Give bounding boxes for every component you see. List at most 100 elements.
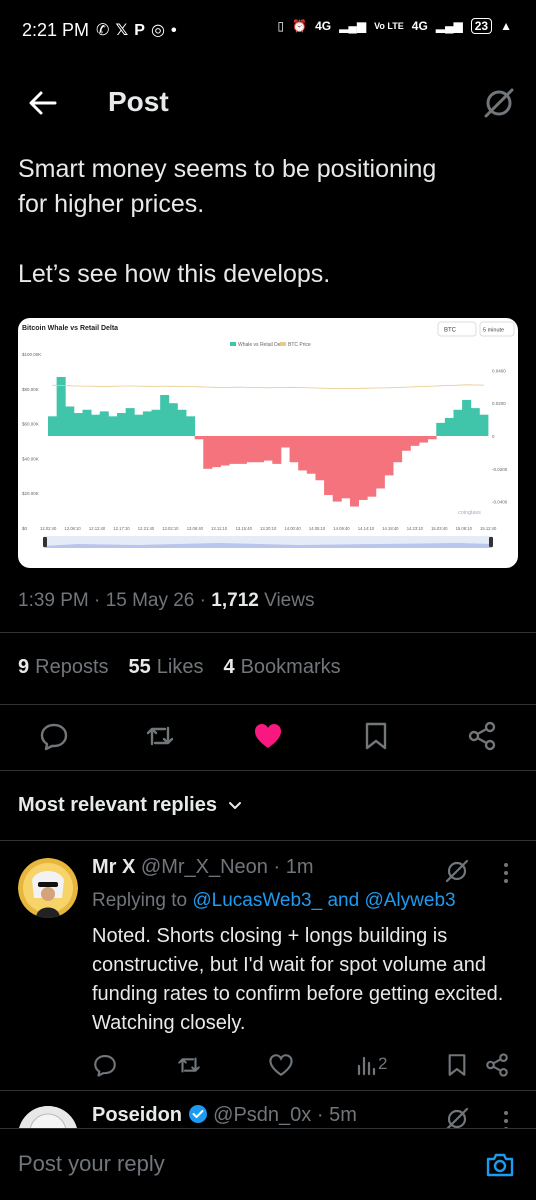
x-tick-label: 15.03:40 (431, 526, 448, 531)
chevron-down-icon (228, 801, 241, 809)
replying-mention-2[interactable]: @Alyweb3 (364, 890, 455, 911)
chart-watermark: coinglass (458, 510, 481, 516)
avatar[interactable] (18, 1106, 78, 1128)
delta-bar (211, 436, 221, 468)
reply-composer[interactable]: Post your reply (0, 1128, 536, 1200)
reply-time: 5m (329, 1104, 357, 1126)
reply-reply-button[interactable] (92, 1052, 118, 1078)
meta-separator: · (199, 590, 212, 611)
likes-stat[interactable]: 55 Likes (129, 656, 204, 679)
left-tick-label: $0 (22, 526, 28, 531)
x-tick-label: 14.14:10 (358, 526, 375, 531)
x-tick-label: 15.12:40 (480, 526, 497, 531)
reply-item[interactable]: Poseidon @Psdn_0x · 5m (0, 1098, 536, 1128)
right-tick-label: -0.0400 (492, 500, 508, 505)
reply-like-button[interactable] (268, 1052, 294, 1078)
camera-button[interactable] (484, 1149, 516, 1181)
reposts-stat[interactable]: 9 Reposts (18, 656, 109, 679)
x-icon: 𝕏 (115, 22, 135, 39)
more-vertical-icon (504, 1111, 508, 1128)
reply-bookmark-button[interactable] (444, 1052, 470, 1078)
bookmark-button[interactable] (360, 720, 392, 752)
x-tick-label: 12.21:40 (138, 526, 155, 531)
replies-sort-selector[interactable]: Most relevant replies (18, 794, 243, 817)
range-handle-left[interactable] (43, 537, 47, 547)
delta-bar (237, 436, 247, 464)
reply-input[interactable]: Post your reply (18, 1151, 165, 1177)
post-stats: 9 Reposts 55 Likes 4 Bookmarks (18, 656, 341, 679)
divider (0, 632, 536, 633)
meta-separator: · (273, 856, 281, 878)
reply-author-handle[interactable]: @Psdn_0x (213, 1104, 311, 1126)
volte-label: Vo LTE (374, 21, 404, 31)
post-text: Smart money seems to be positioning for … (18, 155, 437, 288)
left-axis: $100.00K $80.00K $60.00K $40.00K $20.00K $0 (22, 352, 41, 531)
divider (0, 770, 536, 771)
reply-grok-button[interactable] (444, 858, 470, 884)
right-tick-label: 0.0400 (492, 368, 506, 373)
reply-item[interactable]: Mr X @Mr_X_Neon · 1m Replying to @LucasW… (0, 850, 536, 1090)
left-tick-label: $80.00K (22, 387, 39, 392)
avatar-image (19, 1106, 77, 1128)
delta-bar (479, 414, 489, 436)
x-tick-label: 14.23:10 (407, 526, 424, 531)
reply-more-button[interactable] (496, 1108, 516, 1128)
btc-price-line (52, 384, 484, 390)
delta-bar (306, 436, 316, 474)
replies-section-title: Most relevant replies (18, 794, 217, 816)
reposts-label: Reposts (35, 656, 109, 678)
chart-title: Bitcoin Whale vs Retail Delta (22, 325, 118, 332)
reply-button[interactable] (38, 720, 70, 752)
delta-bar (82, 409, 92, 436)
whatsapp-icon: ✆ (96, 22, 116, 39)
delta-bar (401, 436, 411, 451)
reply-author-name[interactable]: Mr X (92, 856, 135, 878)
delta-bar (341, 436, 351, 499)
network-label-2: 4G (411, 19, 428, 33)
replying-mention-1[interactable]: @LucasWeb3_ (192, 890, 322, 911)
bookmarks-stat[interactable]: 4 Bookmarks (223, 656, 340, 679)
share-button[interactable] (466, 720, 498, 752)
delta-bar (151, 409, 161, 436)
share-icon (486, 1053, 508, 1077)
x-axis: 12.02:40 12.08:10 12.12:40 12.17:10 12.21:40… (40, 526, 497, 531)
x-tick-label: 12.17:10 (113, 526, 130, 531)
divider (0, 704, 536, 705)
heart-filled-icon (255, 724, 281, 748)
post-image-chart[interactable]: Bitcoin Whale vs Retail Delta BTC 5 minu… (18, 318, 518, 568)
delta-bar (272, 436, 282, 464)
reply-header: Mr X @Mr_X_Neon · 1m (92, 856, 314, 879)
delta-bar (203, 436, 213, 469)
reply-repost-button[interactable] (176, 1052, 202, 1078)
reply-grok-button[interactable] (444, 1106, 470, 1128)
comment-icon (40, 723, 68, 751)
reply-share-button[interactable] (484, 1052, 510, 1078)
reply-more-button[interactable] (496, 860, 516, 886)
like-button[interactable] (252, 720, 284, 752)
reply-views-button[interactable] (354, 1052, 380, 1078)
x-tick-label: 13.11:10 (211, 526, 228, 531)
x-tick-label: 14.09:40 (333, 526, 350, 531)
right-tick-label: 0.0200 (492, 401, 506, 406)
bookmarks-label: Bookmarks (240, 656, 341, 678)
back-button[interactable] (26, 86, 60, 120)
delta-bar (324, 436, 334, 496)
repost-button[interactable] (144, 720, 176, 752)
delta-bar (194, 436, 204, 440)
reply-author-name[interactable]: Poseidon (92, 1104, 182, 1126)
reply-author-handle[interactable]: @Mr_X_Neon (141, 856, 268, 878)
reply-time: 1m (285, 856, 314, 878)
grok-button[interactable] (482, 86, 516, 120)
right-tick-label: 0 (492, 434, 495, 439)
avatar[interactable] (18, 858, 78, 918)
dot-icon: • (170, 22, 183, 39)
chart-symbol-select-label: BTC (444, 328, 457, 334)
more-vertical-icon (504, 863, 508, 883)
chart-svg: Bitcoin Whale vs Retail Delta BTC 5 minu… (22, 321, 515, 548)
range-handle-right[interactable] (489, 537, 493, 547)
likes-count: 55 (128, 656, 151, 678)
delta-bar (427, 436, 437, 440)
x-tick-label: 14.05:10 (309, 526, 326, 531)
x-tick-label: 13.02:10 (162, 526, 179, 531)
delta-bar (229, 436, 239, 464)
